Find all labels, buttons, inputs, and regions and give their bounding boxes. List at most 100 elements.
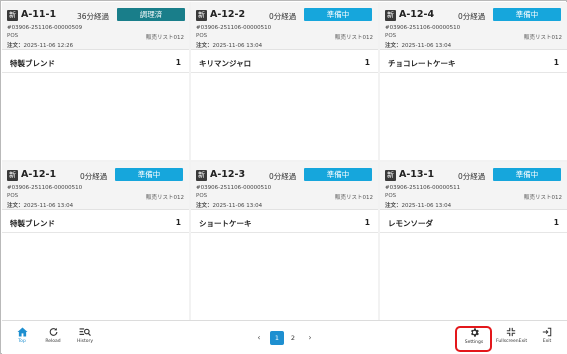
order-time: 注文：2025-11-06 13:04 xyxy=(196,203,263,209)
item-name: ショートケーキ xyxy=(199,219,252,228)
status-button[interactable]: 準備中 xyxy=(304,8,372,21)
table-number: A-12-1 xyxy=(21,169,57,180)
table-number: A-12-3 xyxy=(210,169,246,180)
exit-icon xyxy=(542,327,552,337)
fullscreen-exit-icon xyxy=(506,327,516,337)
sales-list: 販売リスト012 xyxy=(335,35,373,41)
item-quantity: 1 xyxy=(175,218,181,227)
item-name: 特製ブレンド xyxy=(10,219,55,228)
order-item-row[interactable]: レモンソーダ 1 xyxy=(380,211,567,233)
page-1-button[interactable]: 1 xyxy=(270,331,284,345)
card-header: 新 A-13-1 0分経過 準備中 #03906-251106-00000511… xyxy=(380,162,567,210)
sales-list: 販売リスト012 xyxy=(146,35,184,41)
item-name: 特製ブレンド xyxy=(10,59,55,68)
elapsed-time: 0分経過 xyxy=(269,172,297,181)
exit-button[interactable]: Exit xyxy=(536,321,558,354)
page-2-button[interactable]: 2 xyxy=(286,331,300,345)
order-item-row[interactable]: 特製ブレンド 1 xyxy=(2,51,189,73)
order-channel: POS xyxy=(196,33,208,39)
status-button[interactable]: 準備中 xyxy=(493,8,561,21)
order-number: #03906-251106-00000510 xyxy=(385,25,461,31)
sales-list: 販売リスト012 xyxy=(335,195,373,201)
status-button[interactable]: 調理済 xyxy=(117,8,185,21)
table-number: A-12-2 xyxy=(210,9,246,20)
item-quantity: 1 xyxy=(553,218,559,227)
order-number: #03906-251106-00000509 xyxy=(7,25,83,31)
elapsed-time: 0分経過 xyxy=(269,12,297,21)
card-header: 新 A-12-2 0分経過 準備中 #03906-251106-00000510… xyxy=(191,2,378,50)
sales-list: 販売リスト012 xyxy=(524,195,562,201)
order-card[interactable]: 新 A-12-1 0分経過 準備中 #03906-251106-00000510… xyxy=(2,162,189,320)
order-number: #03906-251106-00000510 xyxy=(196,25,272,31)
order-channel: POS xyxy=(196,193,208,199)
item-name: キリマンジャロ xyxy=(199,59,252,68)
item-quantity: 1 xyxy=(364,58,370,67)
reload-icon xyxy=(49,327,57,336)
next-page-button[interactable]: › xyxy=(304,331,316,345)
reload-button[interactable]: Reload xyxy=(40,321,66,354)
order-number: #03906-251106-00000511 xyxy=(385,185,461,191)
new-badge: 新 xyxy=(196,170,207,181)
new-badge: 新 xyxy=(385,170,396,181)
history-label: History xyxy=(76,339,93,344)
pagination: ‹ 1 2 › xyxy=(253,331,319,345)
order-item-row[interactable]: ショートケーキ 1 xyxy=(191,211,378,233)
fullscreen-exit-label: FullscreenExit xyxy=(496,339,528,344)
fullscreen-exit-button[interactable]: FullscreenExit xyxy=(496,321,528,354)
elapsed-time: 36分経過 xyxy=(77,12,110,21)
history-button[interactable]: History xyxy=(71,321,99,354)
status-button[interactable]: 準備中 xyxy=(493,168,561,181)
sales-list: 販売リスト012 xyxy=(524,35,562,41)
order-card[interactable]: 新 A-13-1 0分経過 準備中 #03906-251106-00000511… xyxy=(380,162,567,320)
order-time: 注文：2025-11-06 13:04 xyxy=(7,203,74,209)
card-header: 新 A-12-1 0分経過 準備中 #03906-251106-00000510… xyxy=(2,162,189,210)
app-frame: 新 A-11-1 36分経過 調理済 #03906-251106-0000050… xyxy=(0,0,567,354)
order-card[interactable]: 新 A-12-2 0分経過 準備中 #03906-251106-00000510… xyxy=(191,2,378,160)
table-number: A-12-4 xyxy=(399,9,435,20)
prev-page-button[interactable]: ‹ xyxy=(253,331,265,345)
item-quantity: 1 xyxy=(364,218,370,227)
home-icon xyxy=(17,327,27,337)
new-badge: 新 xyxy=(7,170,18,181)
order-number: #03906-251106-00000510 xyxy=(196,185,272,191)
reload-label: Reload xyxy=(45,339,61,344)
top-label: Top xyxy=(18,339,26,344)
history-search-icon xyxy=(79,328,91,337)
order-channel: POS xyxy=(385,33,397,39)
order-channel: POS xyxy=(7,33,19,39)
new-badge: 新 xyxy=(7,10,18,21)
status-button[interactable]: 準備中 xyxy=(115,168,183,181)
order-card[interactable]: 新 A-12-3 0分経過 準備中 #03906-251106-00000510… xyxy=(191,162,378,320)
elapsed-time: 0分経過 xyxy=(458,12,486,21)
card-header: 新 A-11-1 36分経過 調理済 #03906-251106-0000050… xyxy=(2,2,189,50)
order-card[interactable]: 新 A-11-1 36分経過 調理済 #03906-251106-0000050… xyxy=(2,2,189,160)
order-channel: POS xyxy=(7,193,19,199)
order-time: 注文：2025-11-06 13:04 xyxy=(196,43,263,49)
status-button[interactable]: 準備中 xyxy=(304,168,372,181)
order-item-row[interactable]: 特製ブレンド 1 xyxy=(2,211,189,233)
order-card[interactable]: 新 A-12-4 0分経過 準備中 #03906-251106-00000510… xyxy=(380,2,567,160)
item-quantity: 1 xyxy=(553,58,559,67)
order-channel: POS xyxy=(385,193,397,199)
order-item-row[interactable]: チョコレートケーキ 1 xyxy=(380,51,567,73)
new-badge: 新 xyxy=(196,10,207,21)
card-header: 新 A-12-4 0分経過 準備中 #03906-251106-00000510… xyxy=(380,2,567,50)
order-item-row[interactable]: キリマンジャロ 1 xyxy=(191,51,378,73)
order-time: 注文：2025-11-06 12:26 xyxy=(7,43,74,49)
item-quantity: 1 xyxy=(175,58,181,67)
order-grid: 新 A-11-1 36分経過 調理済 #03906-251106-0000050… xyxy=(2,2,567,320)
top-button[interactable]: Top xyxy=(10,321,34,354)
order-number: #03906-251106-00000510 xyxy=(7,185,83,191)
settings-highlight-box xyxy=(455,326,492,352)
table-number: A-13-1 xyxy=(399,169,435,180)
table-number: A-11-1 xyxy=(21,9,57,20)
sales-list: 販売リスト012 xyxy=(146,195,184,201)
new-badge: 新 xyxy=(385,10,396,21)
item-name: レモンソーダ xyxy=(388,219,433,228)
card-header: 新 A-12-3 0分経過 準備中 #03906-251106-00000510… xyxy=(191,162,378,210)
item-name: チョコレートケーキ xyxy=(388,59,456,68)
exit-label: Exit xyxy=(542,339,552,344)
elapsed-time: 0分経過 xyxy=(458,172,486,181)
order-time: 注文：2025-11-06 13:04 xyxy=(385,43,452,49)
elapsed-time: 0分経過 xyxy=(80,172,108,181)
